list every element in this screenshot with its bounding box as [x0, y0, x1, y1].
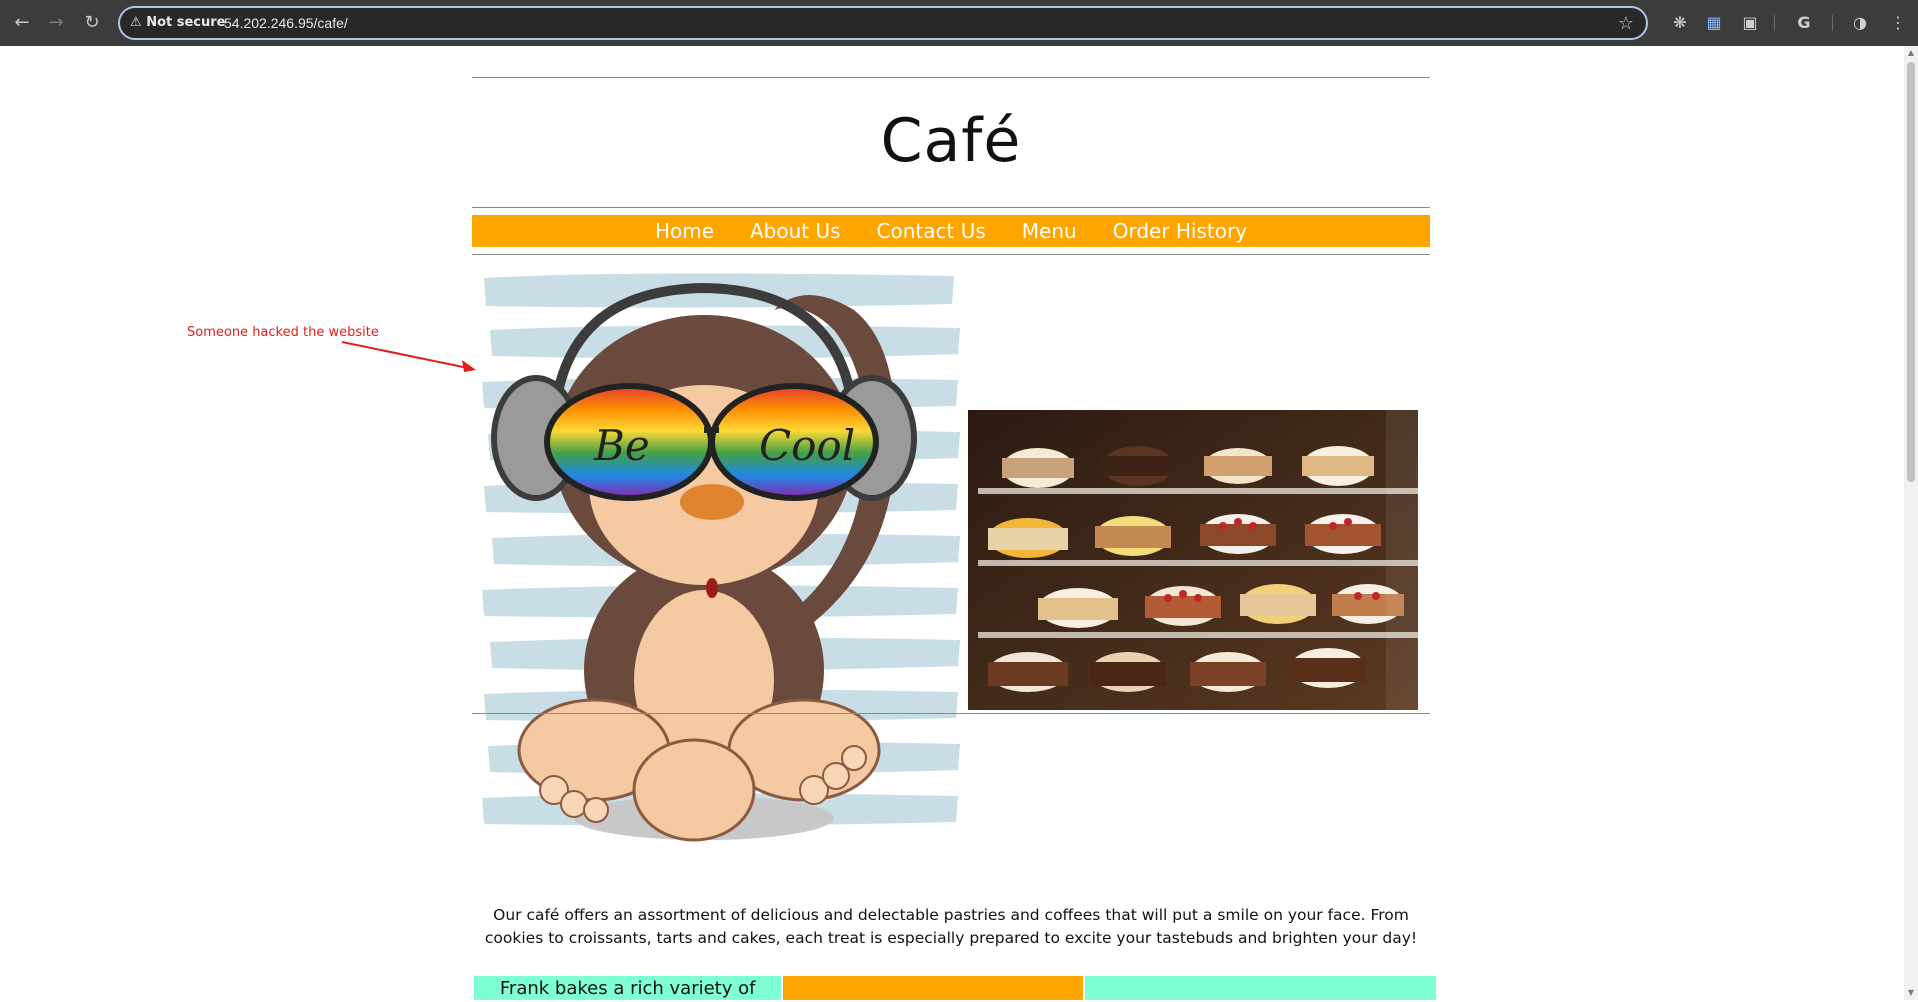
intro-paragraph: Our café offers an assortment of delicio…: [484, 905, 1418, 947]
feature-columns: Frank bakes a rich variety of: [474, 976, 1436, 1000]
monkey-image: Be Cool: [474, 270, 964, 850]
main-navigation: Home About Us Contact Us Menu Order Hist…: [472, 215, 1430, 247]
svg-text:Cool: Cool: [759, 421, 855, 470]
extension-gear-icon[interactable]: ❋: [1668, 11, 1692, 35]
title-divider: [472, 207, 1430, 208]
reload-icon[interactable]: ↻: [80, 11, 104, 35]
browser-toolbar: ← → ↻ ⚠ Not secure 54.202.246.95/cafe/ ☆…: [0, 0, 1918, 46]
site-title: Café: [880, 106, 1022, 176]
back-icon[interactable]: ←: [10, 11, 34, 35]
security-label: Not secure: [146, 15, 226, 30]
nav-home[interactable]: Home: [637, 215, 732, 247]
profile-avatar-icon[interactable]: ◑: [1848, 11, 1872, 35]
security-indicator[interactable]: ⚠ Not secure: [130, 15, 225, 30]
more-menu-icon[interactable]: ⋮: [1886, 11, 1910, 35]
scrollbar-thumb[interactable]: [1907, 62, 1915, 482]
toolbar-divider: [1832, 15, 1833, 31]
column-aqua-right: [1084, 976, 1436, 1000]
google-account-icon[interactable]: G: [1792, 11, 1816, 35]
annotation-arrow-icon: [341, 341, 476, 372]
address-bar[interactable]: ⚠ Not secure 54.202.246.95/cafe/ ☆: [118, 6, 1648, 40]
nav-contact-us[interactable]: Contact Us: [859, 215, 1004, 247]
top-divider: [472, 77, 1430, 78]
page-content: Café Home About Us Contact Us Menu Order…: [0, 46, 1904, 1000]
column-aqua-left: Frank bakes a rich variety of: [474, 976, 782, 1000]
content-divider: [472, 713, 1430, 714]
url-text[interactable]: 54.202.246.95/cafe/: [224, 15, 348, 31]
column-orange-middle: [783, 976, 1083, 1000]
monkey-illustration-icon: Be Cool: [482, 273, 960, 842]
extensions-puzzle-icon[interactable]: ▣: [1738, 11, 1762, 35]
cake-display-image: [968, 410, 1418, 710]
page-scrollbar[interactable]: ▲ ▼: [1904, 46, 1918, 1000]
scroll-down-icon[interactable]: ▼: [1904, 986, 1918, 1000]
star-icon[interactable]: ☆: [1618, 13, 1634, 34]
column-text: Frank bakes a rich variety of: [499, 978, 756, 999]
translate-icon[interactable]: ▦: [1702, 11, 1726, 35]
nav-about-us[interactable]: About Us: [732, 215, 859, 247]
glasses-text: Be: [593, 421, 650, 470]
cake-display-photo-icon: [968, 410, 1418, 710]
forward-icon[interactable]: →: [44, 11, 68, 35]
scroll-up-icon[interactable]: ▲: [1904, 46, 1918, 60]
nav-divider: [472, 254, 1430, 255]
toolbar-divider: [1774, 15, 1775, 31]
nav-order-history[interactable]: Order History: [1095, 215, 1265, 247]
nav-menu[interactable]: Menu: [1004, 215, 1095, 247]
